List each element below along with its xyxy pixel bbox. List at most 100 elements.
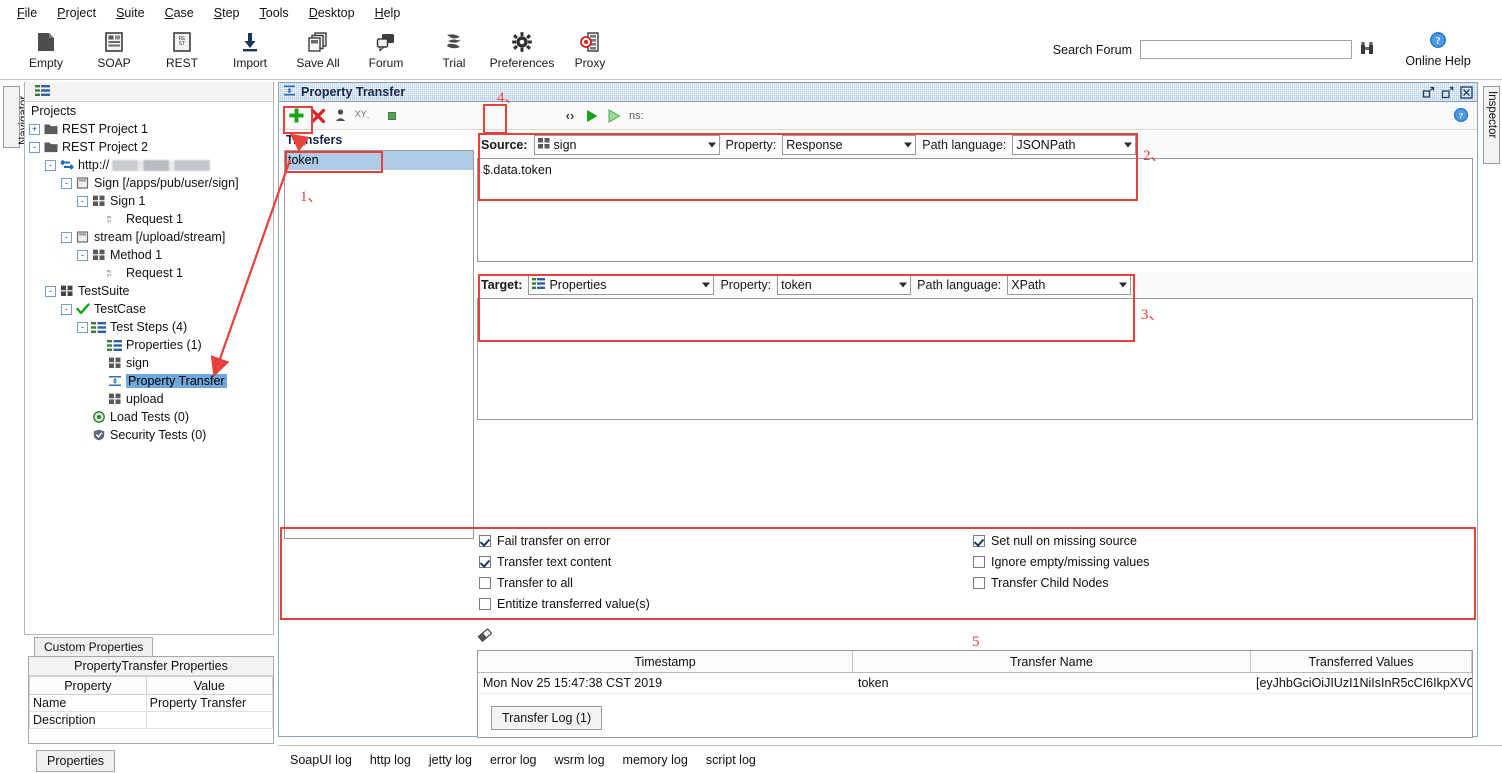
collapse-icon[interactable]: - xyxy=(77,322,88,333)
table-row[interactable]: Name Property Transfer xyxy=(30,695,273,712)
log-tab-wsrm-log[interactable]: wsrm log xyxy=(555,753,605,767)
menu-item-tools[interactable]: Tools xyxy=(251,3,298,23)
remove-transfer-icon[interactable] xyxy=(307,105,329,127)
checkbox-transfer-child-nodes[interactable]: Transfer Child Nodes xyxy=(973,572,1149,593)
clear-log-button[interactable] xyxy=(477,628,494,646)
tree-item-http[interactable]: -http:// xyxy=(29,156,273,174)
checkbox-transfer-text-content[interactable]: Transfer text content xyxy=(479,551,650,572)
log-tab-http-log[interactable]: http log xyxy=(370,753,411,767)
source-step-select[interactable]: sign xyxy=(534,135,720,155)
log-tab-soapui-log[interactable]: SoapUI log xyxy=(290,753,352,767)
toolbar-button-import[interactable]: Import xyxy=(216,26,284,70)
binoculars-icon[interactable] xyxy=(1360,41,1374,58)
target-property-select[interactable]: token xyxy=(777,275,911,295)
tree-item-testcase[interactable]: -TestCase xyxy=(29,300,273,318)
navigator-vertical-tab[interactable]: Navigator xyxy=(3,86,20,148)
toolbar-button-proxy[interactable]: Proxy xyxy=(556,26,624,70)
close-button[interactable] xyxy=(1459,85,1473,99)
menu-item-suite[interactable]: Suite xyxy=(107,3,154,23)
menu-item-project[interactable]: Project xyxy=(48,3,105,23)
projects-list-icon[interactable] xyxy=(35,85,50,99)
toolbar-button-empty[interactable]: Empty xyxy=(12,26,80,70)
checkbox-checked-icon[interactable] xyxy=(479,535,491,547)
source-property-select[interactable]: Response xyxy=(782,135,916,155)
target-expression-editor[interactable] xyxy=(477,298,1473,420)
expand-icon[interactable]: + xyxy=(29,124,40,135)
tree-item-security-tests-0[interactable]: Security Tests (0) xyxy=(29,426,273,444)
toolbar-overflow-icon[interactable]: ‹› xyxy=(559,105,581,127)
tree-item-sign[interactable]: sign xyxy=(29,354,273,372)
menu-item-desktop[interactable]: Desktop xyxy=(300,3,364,23)
log-tab-memory-log[interactable]: memory log xyxy=(623,753,688,767)
tree-item-rest-project-2[interactable]: -REST Project 2 xyxy=(29,138,273,156)
toolbar-button-save-all[interactable]: Save All xyxy=(284,26,352,70)
inspector-vertical-tab[interactable]: Inspector xyxy=(1483,86,1500,164)
checkbox-set-null-on-missing-source[interactable]: Set null on missing source xyxy=(973,530,1149,551)
collapse-icon[interactable]: - xyxy=(45,160,56,171)
target-path-language-select[interactable]: XPath xyxy=(1007,275,1131,295)
log-col-timestamp[interactable]: Timestamp xyxy=(478,651,853,672)
log-tab-jetty-log[interactable]: jetty log xyxy=(429,753,472,767)
rename-transfer-icon[interactable] xyxy=(329,105,351,127)
menu-item-step[interactable]: Step xyxy=(205,3,249,23)
add-transfer-icon[interactable] xyxy=(285,105,307,127)
tree-item-rest-project-1[interactable]: +REST Project 1 xyxy=(29,120,273,138)
toolbar-button-preferences[interactable]: Preferences xyxy=(488,26,556,70)
tree-item-sign-apps-pub-user-sign[interactable]: -Sign [/apps/pub/user/sign] xyxy=(29,174,273,192)
collapse-icon[interactable]: - xyxy=(77,196,88,207)
tree-item-method-1[interactable]: -Method 1 xyxy=(29,246,273,264)
collapse-icon[interactable]: - xyxy=(61,232,72,243)
log-col-transferred-values[interactable]: Transferred Values xyxy=(1251,651,1472,672)
run-transfer-icon[interactable] xyxy=(581,105,603,127)
checkbox-checked-icon[interactable] xyxy=(973,535,985,547)
assertion-icon[interactable] xyxy=(381,105,403,127)
tree-item-stream-upload-stream[interactable]: -stream [/upload/stream] xyxy=(29,228,273,246)
toolbar-button-rest[interactable]: RESTREST xyxy=(148,26,216,70)
online-help-button[interactable]: ? Online Help xyxy=(1382,31,1494,68)
checkbox-fail-transfer-on-error[interactable]: Fail transfer on error xyxy=(479,530,650,551)
log-tab-error-log[interactable]: error log xyxy=(490,753,537,767)
target-step-select[interactable]: Properties xyxy=(528,275,714,295)
cp-cell-value[interactable]: Property Transfer xyxy=(146,695,272,712)
tree-item-load-tests-0[interactable]: Load Tests (0) xyxy=(29,408,273,426)
collapse-icon[interactable]: - xyxy=(77,250,88,261)
collapse-icon[interactable]: - xyxy=(45,286,56,297)
collapse-icon[interactable]: - xyxy=(61,178,72,189)
checkbox-unchecked-icon[interactable] xyxy=(479,598,491,610)
tree-item-property-transfer[interactable]: Property Transfer xyxy=(29,372,273,390)
list-item[interactable]: token xyxy=(285,151,473,170)
checkbox-ignore-empty-missing-values[interactable]: Ignore empty/missing values xyxy=(973,551,1149,572)
table-row[interactable]: Description xyxy=(30,712,273,729)
checkbox-unchecked-icon[interactable] xyxy=(973,577,985,589)
property-transfer-title-bar[interactable]: Property Transfer xyxy=(279,83,1477,102)
tree-item-request-1[interactable]: RESTRequest 1 xyxy=(29,264,273,282)
maximize-button[interactable] xyxy=(1440,85,1454,99)
toolbar-button-soap[interactable]: SOAP xyxy=(80,26,148,70)
tree-item-testsuite[interactable]: -TestSuite xyxy=(29,282,273,300)
properties-bottom-tab[interactable]: Properties xyxy=(36,750,115,772)
toolbar-button-forum[interactable]: Forum xyxy=(352,26,420,70)
tree-item-upload[interactable]: upload xyxy=(29,390,273,408)
menu-item-file[interactable]: File xyxy=(8,3,46,23)
collapse-icon[interactable]: - xyxy=(61,304,72,315)
tree-item-test-steps-4[interactable]: -Test Steps (4) xyxy=(29,318,273,336)
custom-properties-tab[interactable]: Custom Properties xyxy=(34,637,153,656)
menu-item-case[interactable]: Case xyxy=(156,3,203,23)
checkbox-unchecked-icon[interactable] xyxy=(973,556,985,568)
tree-item-properties-1[interactable]: Properties (1) xyxy=(29,336,273,354)
checkbox-checked-icon[interactable] xyxy=(479,556,491,568)
declare-namespace-icon[interactable]: XY- xyxy=(351,105,373,127)
checkbox-transfer-to-all[interactable]: Transfer to all xyxy=(479,572,650,593)
toolbar-button-trial[interactable]: Trial xyxy=(420,26,488,70)
transfer-log-tab[interactable]: Transfer Log (1) xyxy=(491,706,602,730)
checkbox-unchecked-icon[interactable] xyxy=(479,577,491,589)
search-input[interactable] xyxy=(1140,40,1352,59)
cp-cell-value[interactable] xyxy=(146,712,272,729)
table-row[interactable]: Mon Nov 25 15:47:38 CST 2019 token [eyJh… xyxy=(478,673,1472,694)
source-expression-editor[interactable]: $.data.token xyxy=(477,158,1473,262)
panel-help-icon[interactable]: ? xyxy=(1453,107,1469,126)
run-all-transfers-icon[interactable] xyxy=(603,105,625,127)
log-tab-script-log[interactable]: script log xyxy=(706,753,756,767)
tree-item-request-1[interactable]: RESTRequest 1 xyxy=(29,210,273,228)
transfers-list[interactable]: token xyxy=(284,150,474,539)
